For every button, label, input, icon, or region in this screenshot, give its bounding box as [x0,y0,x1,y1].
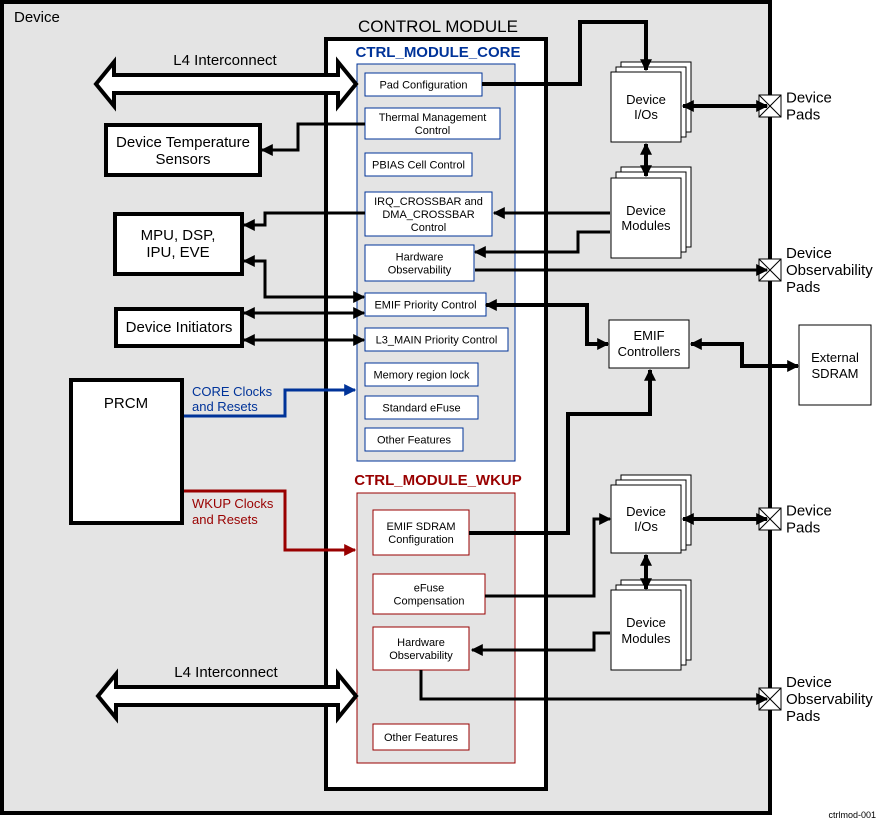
memory-region-lock-label: Memory region lock [374,370,470,382]
device-modules-bottom-stack: Device Modules [610,579,692,671]
external-sdram-label-2: SDRAM [812,366,859,381]
mpu-label: MPU, DSP, [141,227,216,244]
wkup-clocks-label-2: and Resets [192,512,258,527]
block-emif-priority-control: EMIF Priority Control [364,292,487,317]
emif-sdram-configuration-label: EMIF SDRAM [386,521,455,533]
device-modules-top-label-2: Modules [621,218,671,233]
block-hardware-observability-core: HardwareObservability [364,244,475,282]
emif-controllers-label: EMIF [633,328,664,343]
device-ios-bottom-label: Device [626,504,666,519]
mpu-label-2: IPU, EVE [146,244,209,261]
irq-dma-crossbar-control-label: Control [411,222,446,234]
block-emif-sdram-configuration: EMIF SDRAMConfiguration [372,509,470,556]
device-obs-pads-top-label: Observability [786,262,873,279]
block-efuse-compensation: eFuseCompensation [372,573,486,615]
device-modules-top-stack: Device Modules [610,166,692,259]
l3-main-priority-control-label: L3_MAIN Priority Control [376,335,498,347]
device-obs-pads-bottom-label: Observability [786,691,873,708]
block-pad-configuration: Pad Configuration [364,72,483,97]
emif-controllers-label-2: Controllers [618,344,681,359]
block-l3-main-priority-control: L3_MAIN Priority Control [364,327,509,352]
control-module-diagram: Device CONTROL MODULE CTRL_MODULE_CORE C… [0,0,876,820]
control-module-title: CONTROL MODULE [358,17,518,36]
device-pads-bottom-label: Device [786,503,832,520]
block-memory-region-lock: Memory region lock [364,362,479,387]
other-features-core-label: Other Features [377,435,451,447]
device-modules-bottom-label: Device [626,615,666,630]
wkup-clocks-label: WKUP Clocks [192,496,274,511]
pad-configuration-label: Pad Configuration [379,80,467,92]
device-obs-pads-bottom: DeviceObservabilityPads [758,674,873,725]
efuse-compensation-label: eFuse [414,583,445,595]
core-clocks-label-2: and Resets [192,399,258,414]
temp-sensors-label-2: Sensors [155,151,210,168]
hardware-observability-core-label: Observability [388,265,452,277]
wkup-title: CTRL_MODULE_WKUP [354,472,522,489]
device-modules-top-label: Device [626,203,666,218]
device-obs-pads-bottom-label: Device [786,674,832,691]
device-modules-bottom-label-2: Modules [621,631,671,646]
device-obs-pads-top-label: Pads [786,279,820,296]
block-pbias-cell-control: PBIAS Cell Control [364,152,473,177]
other-features-wkup-label: Other Features [384,732,458,744]
device-ios-bottom-stack: Device I/Os [610,474,692,554]
device-obs-pads-top-label: Device [786,245,832,262]
device-initiators-label: Device Initiators [126,319,233,336]
irq-dma-crossbar-control-label: IRQ_CROSSBAR and [374,196,483,208]
block-irq-dma-crossbar-control: IRQ_CROSSBAR andDMA_CROSSBARControl [364,191,493,237]
pbias-cell-control-label: PBIAS Cell Control [372,160,465,172]
block-other-features-wkup: Other Features [372,723,470,751]
device-ios-top-stack: Device I/Os [610,61,692,143]
block-standard-efuse: Standard eFuse [364,395,479,420]
prcm-label: PRCM [104,395,148,412]
device-ios-bottom-label-2: I/Os [634,519,658,534]
thermal-management-control-label: Control [415,125,450,137]
block-other-features-core: Other Features [364,427,464,452]
core-title: CTRL_MODULE_CORE [355,44,520,61]
emif-priority-control-label: EMIF Priority Control [374,300,476,312]
temp-sensors-label: Device Temperature [116,134,250,151]
block-hardware-observability-wkup: HardwareObservability [372,626,470,671]
l4-interconnect-top-label: L4 Interconnect [173,52,277,69]
device-pads-top-label: Device [786,90,832,107]
device-ios-top-label: Device [626,92,666,107]
device-pads-top-label: Pads [786,107,820,124]
l4-interconnect-bottom-label: L4 Interconnect [174,664,278,681]
device-obs-pads-top: DeviceObservabilityPads [758,245,873,296]
irq-dma-crossbar-control-label: DMA_CROSSBAR [382,209,474,221]
device-ios-top-label-2: I/Os [634,107,658,122]
thermal-management-control-label: Thermal Management [379,112,487,124]
device-obs-pads-bottom-label: Pads [786,708,820,725]
device-pads-bottom-label: Pads [786,520,820,537]
standard-efuse-label: Standard eFuse [382,403,460,415]
core-clocks-label: CORE Clocks [192,384,273,399]
hardware-observability-wkup-label: Observability [389,650,453,662]
block-thermal-management-control: Thermal ManagementControl [364,107,501,140]
hardware-observability-core-label: Hardware [396,252,444,264]
external-sdram-block [798,324,872,406]
figure-id: ctrlmod-001 [828,810,876,820]
external-sdram-label: External [811,350,859,365]
hardware-observability-wkup-label: Hardware [397,637,445,649]
efuse-compensation-label: Compensation [394,596,465,608]
emif-sdram-configuration-label: Configuration [388,534,453,546]
device-label: Device [14,9,60,26]
